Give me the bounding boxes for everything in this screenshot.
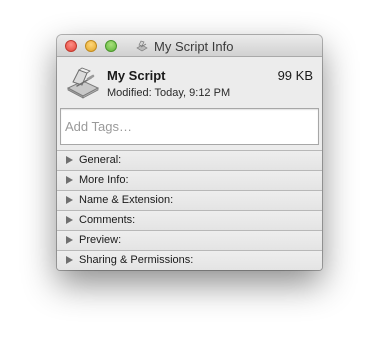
minimize-button[interactable] bbox=[85, 40, 97, 52]
modified-date: Modified: Today, 9:12 PM bbox=[107, 87, 231, 99]
section-label: Comments: bbox=[79, 214, 136, 226]
info-window: My Script Info My Script 99 KB Modified:… bbox=[57, 35, 322, 270]
desktop: My Script Info My Script 99 KB Modified:… bbox=[0, 0, 379, 350]
tags-field[interactable] bbox=[60, 108, 319, 145]
window-title-group: My Script Info bbox=[135, 38, 233, 54]
section-label: General: bbox=[79, 154, 122, 166]
section-label: Preview: bbox=[79, 234, 122, 246]
section-sharing-permissions[interactable]: Sharing & Permissions: bbox=[57, 251, 322, 270]
section-general[interactable]: General: bbox=[57, 151, 322, 171]
title-bar[interactable]: My Script Info bbox=[57, 35, 322, 57]
window-title: My Script Info bbox=[154, 38, 234, 54]
close-button[interactable] bbox=[65, 40, 77, 52]
file-name: My Script bbox=[107, 68, 166, 83]
disclosure-triangle-icon[interactable] bbox=[66, 236, 73, 244]
file-size: 99 KB bbox=[277, 68, 313, 83]
section-comments[interactable]: Comments: bbox=[57, 211, 322, 231]
disclosure-triangle-icon[interactable] bbox=[66, 256, 73, 264]
section-label: More Info: bbox=[79, 174, 129, 186]
disclosure-triangle-icon[interactable] bbox=[66, 216, 73, 224]
section-preview[interactable]: Preview: bbox=[57, 231, 322, 251]
script-icon bbox=[136, 40, 148, 52]
section-label: Sharing & Permissions: bbox=[79, 254, 194, 266]
section-name-extension[interactable]: Name & Extension: bbox=[57, 191, 322, 211]
applescript-script-icon bbox=[66, 67, 100, 99]
disclosure-triangle-icon[interactable] bbox=[66, 196, 73, 204]
disclosure-triangle-icon[interactable] bbox=[66, 156, 73, 164]
section-more-info[interactable]: More Info: bbox=[57, 171, 322, 191]
info-sections: General: More Info: Name & Extension: Co… bbox=[57, 150, 322, 270]
zoom-button[interactable] bbox=[105, 40, 117, 52]
disclosure-triangle-icon[interactable] bbox=[66, 176, 73, 184]
section-label: Name & Extension: bbox=[79, 194, 174, 206]
file-summary: My Script 99 KB Modified: Today, 9:12 PM bbox=[57, 57, 322, 107]
tags-input[interactable] bbox=[61, 109, 318, 144]
